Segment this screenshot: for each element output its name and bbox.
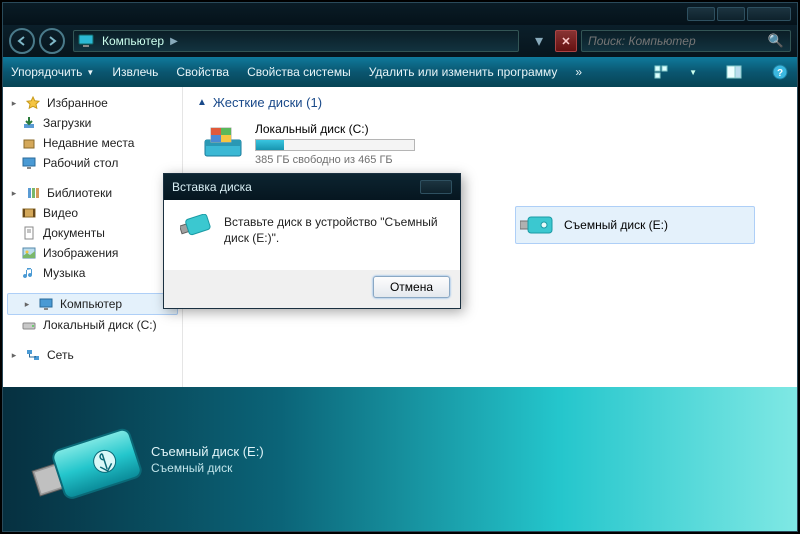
- sidebar-label: Видео: [43, 206, 78, 220]
- breadcrumb-arrow-icon[interactable]: ▶: [164, 36, 184, 47]
- sidebar-label: Загрузки: [43, 116, 91, 130]
- dialog-close-button[interactable]: [420, 180, 452, 194]
- navigation-pane: ▸ Избранное Загрузки Недавние места Ра: [3, 87, 183, 387]
- videos-icon: [21, 205, 37, 221]
- details-title: Съемный диск (E:): [151, 444, 264, 459]
- libraries-icon: [25, 185, 41, 201]
- properties-button[interactable]: Свойства: [176, 65, 229, 79]
- view-options-chevron-icon[interactable]: ▼: [689, 68, 697, 77]
- sidebar-label: Компьютер: [60, 297, 122, 311]
- computer-icon: [78, 33, 98, 49]
- sidebar-pictures[interactable]: Изображения: [3, 243, 182, 263]
- navigation-bar: Компьютер ▶ ▾ ✕ 🔍: [3, 25, 797, 57]
- computer-icon: [38, 296, 54, 312]
- explorer-window: Компьютер ▶ ▾ ✕ 🔍 Упорядочить ▼ Извлечь …: [2, 2, 798, 532]
- address-dropdown-button[interactable]: ▾: [527, 30, 551, 52]
- svg-text:?: ?: [777, 68, 783, 79]
- disk-icon: [21, 317, 37, 333]
- view-options-button[interactable]: [653, 64, 671, 80]
- dialog-message: Вставьте диск в устройство "Съемный диск…: [224, 214, 444, 260]
- sidebar-libraries[interactable]: ▸ Библиотеки: [3, 183, 182, 203]
- section-label: Жесткие диски (1): [213, 95, 322, 110]
- sidebar-network[interactable]: ▸ Сеть: [3, 345, 182, 365]
- collapse-icon[interactable]: ▸: [9, 98, 19, 109]
- sidebar-label: Локальный диск (C:): [43, 318, 157, 332]
- collapse-icon[interactable]: ▸: [9, 350, 19, 361]
- details-subtitle: Съемный диск: [151, 461, 264, 475]
- back-button[interactable]: [9, 28, 35, 54]
- sidebar-label: Библиотеки: [47, 186, 112, 200]
- search-input[interactable]: [588, 34, 768, 48]
- preview-pane-button[interactable]: [725, 64, 743, 80]
- search-icon[interactable]: 🔍: [768, 33, 784, 49]
- help-button[interactable]: ?: [771, 64, 789, 80]
- sidebar-label: Документы: [43, 226, 105, 240]
- drive-usage-bar: [255, 139, 415, 151]
- sidebar-label: Сеть: [47, 348, 74, 362]
- section-hard-disks[interactable]: ▲ Жесткие диски (1): [197, 95, 783, 110]
- hard-disk-icon: [201, 122, 245, 162]
- organize-menu[interactable]: Упорядочить ▼: [11, 65, 94, 79]
- drive-name: Съемный диск (E:): [564, 218, 668, 232]
- system-properties-button[interactable]: Свойства системы: [247, 65, 351, 79]
- desktop-icon: [21, 155, 37, 171]
- stop-button[interactable]: ✕: [555, 30, 577, 52]
- sidebar-local-disk-c[interactable]: Локальный диск (C:): [3, 315, 182, 335]
- address-bar-location: Компьютер: [102, 34, 164, 48]
- drive-name: Локальный диск (C:): [255, 122, 415, 136]
- window-minimize-button[interactable]: [687, 7, 715, 21]
- sidebar-label: Недавние места: [43, 136, 134, 150]
- sidebar-label: Рабочий стол: [43, 156, 118, 170]
- window-maximize-button[interactable]: [717, 7, 745, 21]
- details-pane: Съемный диск (E:) Съемный диск: [3, 387, 797, 531]
- sidebar-recent-places[interactable]: Недавние места: [3, 133, 182, 153]
- sidebar-label: Избранное: [47, 96, 108, 110]
- star-icon: [25, 95, 41, 111]
- downloads-icon: [21, 115, 37, 131]
- sidebar-label: Музыка: [43, 266, 85, 280]
- forward-button[interactable]: [39, 28, 65, 54]
- drive-removable-e[interactable]: Съемный диск (E:): [515, 206, 755, 244]
- pictures-icon: [21, 245, 37, 261]
- sidebar-computer[interactable]: ▸ Компьютер: [7, 293, 178, 315]
- uninstall-program-button[interactable]: Удалить или изменить программу: [369, 65, 558, 79]
- documents-icon: [21, 225, 37, 241]
- sidebar-label: Изображения: [43, 246, 118, 260]
- collapse-icon[interactable]: ▸: [9, 188, 19, 199]
- usb-drive-icon: [180, 214, 212, 238]
- sidebar-favorites[interactable]: ▸ Избранное: [3, 93, 182, 113]
- drive-local-c[interactable]: Локальный диск (C:) 385 ГБ свободно из 4…: [197, 118, 497, 170]
- insert-disk-dialog: Вставка диска Вставьте диск в устройство…: [163, 173, 461, 309]
- music-icon: [21, 265, 37, 281]
- collapse-icon[interactable]: ▸: [22, 299, 32, 310]
- network-icon: [25, 347, 41, 363]
- command-toolbar: Упорядочить ▼ Извлечь Свойства Свойства …: [3, 57, 797, 87]
- window-titlebar: [3, 3, 797, 25]
- eject-button[interactable]: Извлечь: [112, 65, 158, 79]
- sidebar-documents[interactable]: Документы: [3, 223, 182, 243]
- sidebar-downloads[interactable]: Загрузки: [3, 113, 182, 133]
- sidebar-music[interactable]: Музыка: [3, 263, 182, 283]
- dialog-title-text: Вставка диска: [172, 180, 252, 194]
- window-close-button[interactable]: [747, 7, 791, 21]
- recent-icon: [21, 135, 37, 151]
- chevron-down-icon: ▼: [86, 68, 94, 77]
- collapse-arrow-icon[interactable]: ▲: [197, 97, 207, 108]
- cancel-button[interactable]: Отмена: [373, 276, 450, 298]
- search-box[interactable]: 🔍: [581, 30, 791, 52]
- sidebar-videos[interactable]: Видео: [3, 203, 182, 223]
- toolbar-overflow[interactable]: »: [575, 65, 582, 79]
- dialog-titlebar[interactable]: Вставка диска: [164, 174, 460, 200]
- usb-drive-large-icon: [21, 404, 131, 514]
- sidebar-desktop[interactable]: Рабочий стол: [3, 153, 182, 173]
- usb-drive-icon: [520, 211, 556, 239]
- address-bar[interactable]: Компьютер ▶: [73, 30, 519, 52]
- drive-free-text: 385 ГБ свободно из 465 ГБ: [255, 154, 415, 166]
